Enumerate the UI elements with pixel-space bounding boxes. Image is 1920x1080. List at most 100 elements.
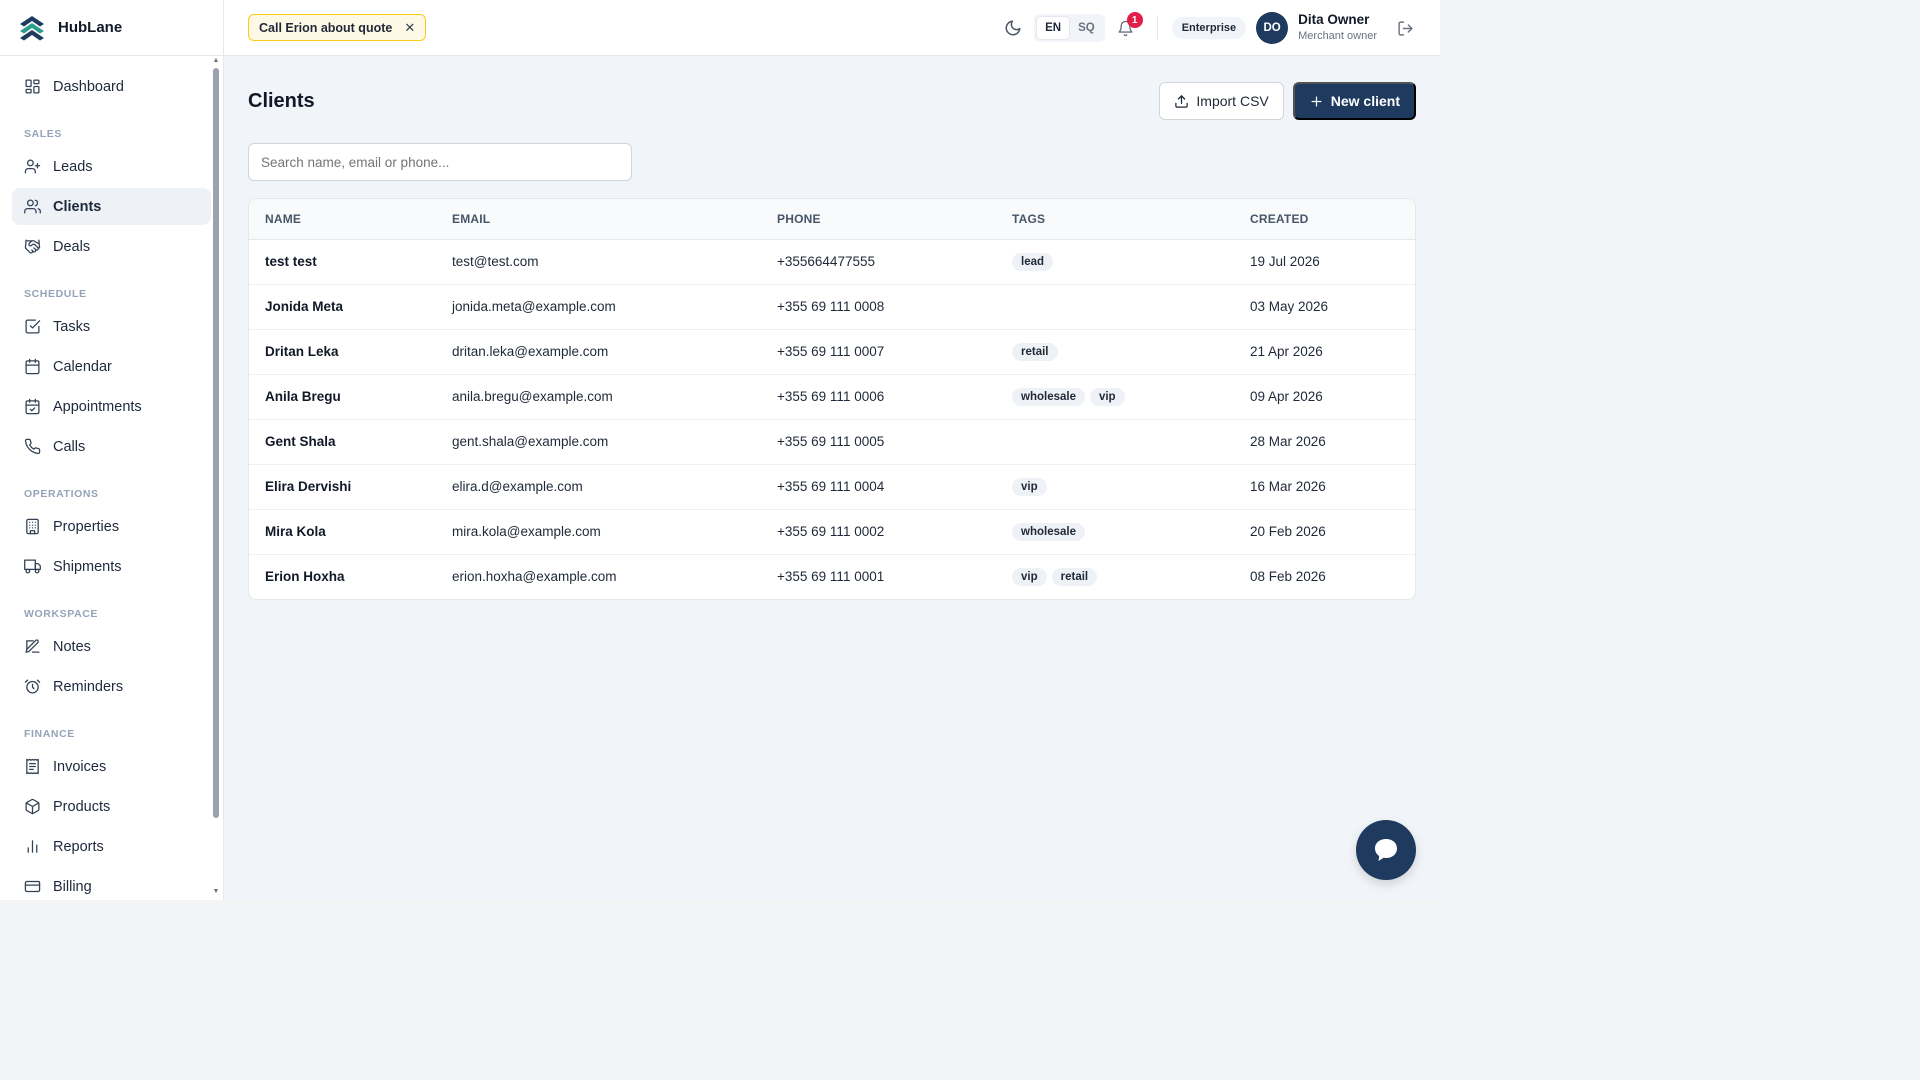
sidebar-item-products[interactable]: Products [12, 788, 211, 825]
bar-chart-icon [27, 840, 38, 853]
client-name[interactable]: Mira Kola [249, 509, 436, 555]
client-created: 16 Mar 2026 [1234, 464, 1415, 510]
client-phone: +355664477555 [761, 239, 996, 285]
lang-option-sq[interactable]: SQ [1070, 16, 1103, 40]
brand[interactable]: HubLane [0, 0, 223, 56]
sidebar-item-leads[interactable]: Leads [12, 148, 211, 185]
sidebar-item-notes[interactable]: Notes [12, 628, 211, 665]
client-phone: +355 69 111 0001 [777, 569, 885, 585]
sidebar-item-dashboard[interactable]: Dashboard [12, 68, 211, 105]
sidebar-item-clients[interactable]: Clients [12, 188, 211, 225]
sidebar-item-reminders[interactable]: Reminders [12, 668, 211, 705]
app-window: HubLane Dashboard SALES Leads Clients Deals S… [0, 0, 1440, 900]
column-header-tags[interactable]: TAGS [996, 199, 1234, 240]
tag-badge: retail [1051, 567, 1098, 586]
upload-icon [1175, 94, 1189, 108]
moon-icon[interactable] [1004, 19, 1022, 37]
logout-icon[interactable] [1397, 20, 1414, 37]
client-name[interactable]: Dritan Leka [249, 329, 436, 375]
client-email: jonida.meta@example.com [436, 284, 761, 330]
page-header: Clients Import CSV New client [248, 82, 1416, 120]
sidebar-item-label: Deals [53, 238, 91, 255]
table-row[interactable]: Dritan Leka dritan.leka@example.com +355 6… [249, 329, 1415, 375]
table-row[interactable]: Mira Kola mira.kola@example.com +355 69 11… [249, 509, 1415, 555]
search-input[interactable] [248, 143, 632, 181]
sidebar-item-tasks[interactable]: Tasks [12, 308, 211, 345]
sidebar-item-appointments[interactable]: Appointments [12, 388, 211, 425]
client-tags: wholesale vip [996, 374, 1234, 420]
user-name: Dita Owner [1298, 12, 1370, 27]
table-row[interactable]: Gent Shala gent.shala@example.com +355 69 … [249, 419, 1415, 465]
scroll-up-arrow-icon[interactable]: ▲ [212, 57, 220, 65]
sidebar-item-label: Products [53, 798, 111, 815]
client-email: test@test.com [436, 239, 761, 285]
client-created: 19 Jul 2026 [1234, 239, 1415, 285]
table-row[interactable]: Erion Hoxha erion.hoxha@example.com +355 6… [249, 554, 1415, 599]
sidebar-item-properties[interactable]: Properties [12, 508, 211, 545]
sidebar-section-workspace: WORKSPACE [24, 608, 99, 620]
sidebar-section-schedule: SCHEDULE [24, 288, 87, 300]
user-info[interactable]: Dita Owner Merchant owner [1298, 12, 1377, 44]
sidebar-item-reports[interactable]: Reports [12, 828, 211, 865]
note-icon [25, 639, 40, 653]
tag-badge: wholesale [1012, 522, 1085, 541]
client-name[interactable]: Jonida Meta [249, 284, 436, 330]
table-row[interactable]: test test test@test.com +355664477555 lead 1… [249, 239, 1415, 285]
scroll-down-arrow-icon[interactable]: ▼ [212, 888, 220, 896]
checkbox-icon [25, 319, 41, 334]
tag-badge: vip [1012, 567, 1047, 586]
tag-badge: wholesale [1012, 387, 1085, 406]
sidebar-scrollbar[interactable] [213, 68, 219, 818]
main-area: Call Erion about quote ✕ EN SQ 1 Enterpr… [224, 0, 1440, 900]
column-header-created[interactable]: CREATED [1234, 199, 1415, 240]
client-email: anila.bregu@example.com [436, 374, 761, 420]
client-tags: wholesale [996, 509, 1234, 555]
brand-name: HubLane [58, 19, 123, 36]
sidebar-item-calls[interactable]: Calls [12, 428, 211, 465]
reminder-chip[interactable]: Call Erion about quote ✕ [248, 14, 427, 41]
client-name[interactable]: test test [249, 239, 436, 285]
sidebar-section-finance: FINANCE [24, 728, 75, 740]
sidebar-item-invoices[interactable]: Invoices [12, 748, 211, 785]
sidebar-item-label: Shipments [53, 558, 122, 575]
sidebar-item-deals[interactable]: Deals [12, 228, 211, 265]
import-csv-button[interactable]: Import CSV [1159, 82, 1284, 120]
client-phone: +355 69 111 0008 [761, 284, 996, 330]
sidebar-item-label: Appointments [53, 398, 142, 415]
users-icon [24, 199, 41, 214]
table-header-row: NAME EMAIL PHONE TAGS CREATED [249, 199, 1415, 240]
table-row[interactable]: Jonida Meta jonida.meta@example.com +355 6… [249, 284, 1415, 330]
sidebar-item-shipments[interactable]: Shipments [12, 548, 211, 585]
clients-table-card: NAME EMAIL PHONE TAGS CREATED test test t… [248, 198, 1416, 600]
lang-option-en[interactable]: EN [1036, 16, 1071, 40]
table-row[interactable]: Elira Dervishi elira.d@example.com +355 69… [249, 464, 1415, 510]
new-client-button[interactable]: New client [1292, 82, 1416, 120]
alarm-icon [24, 679, 41, 694]
column-header-name[interactable]: NAME [249, 199, 436, 240]
client-name[interactable]: Erion Hoxha [249, 554, 436, 599]
column-header-email[interactable]: EMAIL [436, 199, 761, 240]
client-email: erion.hoxha@example.com [452, 569, 617, 585]
notification-count-badge: 1 [1126, 12, 1143, 28]
client-name[interactable]: Anila Bregu [249, 374, 436, 420]
client-name[interactable]: Elira Dervishi [249, 464, 436, 510]
client-email: dritan.leka@example.com [436, 329, 761, 375]
hublane-logo-icon [20, 15, 44, 40]
close-icon[interactable]: ✕ [404, 20, 415, 36]
table-row[interactable]: Anila Bregu anila.bregu@example.com +355 6… [249, 374, 1415, 420]
notifications-button[interactable]: 1 [1115, 12, 1143, 40]
client-phone: +355 69 111 0004 [761, 464, 996, 510]
client-created: 20 Feb 2026 [1234, 509, 1415, 555]
client-phone: +355 69 111 0007 [761, 329, 996, 375]
dashboard-icon [25, 79, 40, 94]
sidebar-item-billing[interactable]: Billing [12, 868, 211, 905]
client-tags: vip [996, 464, 1234, 510]
invoice-icon [26, 758, 39, 775]
avatar[interactable]: DO [1256, 12, 1289, 44]
column-header-phone[interactable]: PHONE [761, 199, 996, 240]
sidebar-item-calendar[interactable]: Calendar [12, 348, 211, 385]
tag-badge: retail [1012, 342, 1058, 361]
import-csv-label: Import CSV [1196, 93, 1269, 109]
chat-button[interactable] [1356, 820, 1416, 880]
client-name[interactable]: Gent Shala [249, 419, 436, 465]
